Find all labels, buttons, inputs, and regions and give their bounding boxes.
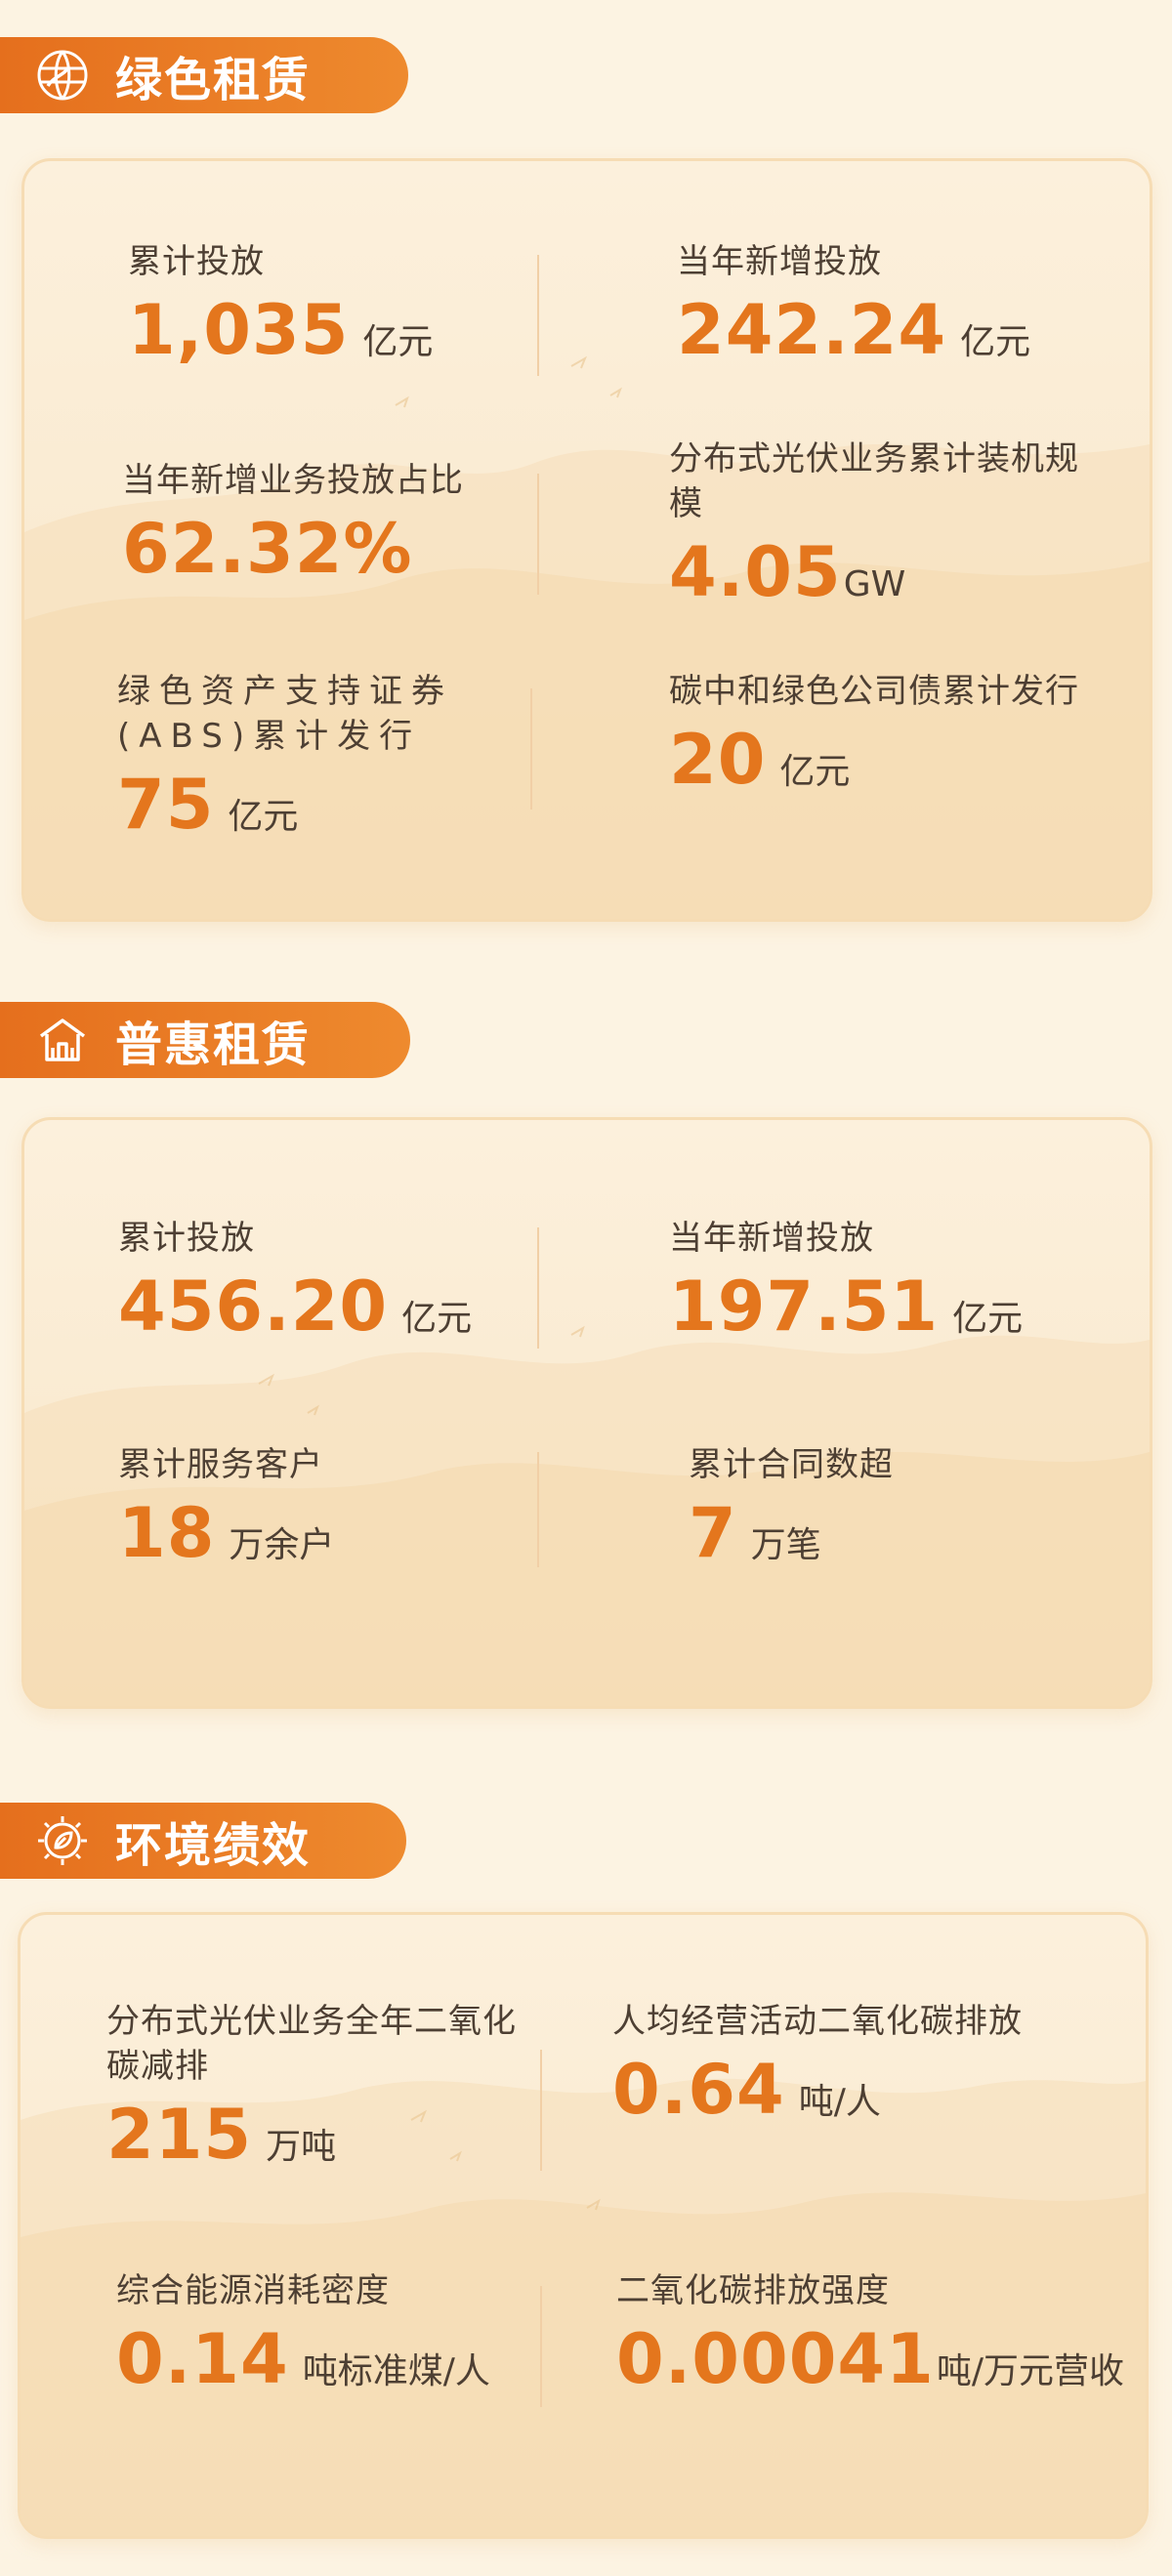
stat-value: 0.64 bbox=[612, 2050, 785, 2130]
stat-per-capita-co2: 人均经营活动二氧化碳排放 0.64 吨/人 bbox=[612, 1999, 1042, 2130]
stat-cumulative-investment: 累计投放 456.20 亿元 bbox=[118, 1216, 528, 1347]
stat-label: 当年新增投放 bbox=[677, 242, 882, 281]
column-divider bbox=[537, 474, 539, 595]
section-header-inclusive-leasing: 普惠租赁 bbox=[0, 1002, 410, 1078]
globe-leaf-icon bbox=[33, 46, 92, 104]
stat-pv-capacity: 分布式光伏业务累计装机规模 4.05GW bbox=[669, 436, 1099, 612]
stat-value: 75 bbox=[117, 765, 215, 845]
column-divider bbox=[537, 1227, 539, 1349]
stat-label: 累计投放 bbox=[118, 1219, 255, 1258]
stat-value: 62.32% bbox=[122, 509, 413, 589]
stat-label: 综合能源消耗密度 bbox=[116, 2271, 390, 2310]
stat-value: 0.14 bbox=[116, 2319, 289, 2399]
stat-value: 242.24 bbox=[677, 290, 947, 370]
stat-energy-intensity: 综合能源消耗密度 0.14 吨标准煤/人 bbox=[116, 2268, 546, 2399]
section-title: 绿色租赁 bbox=[115, 53, 312, 107]
column-divider bbox=[530, 688, 532, 810]
stat-label: 累计服务客户 bbox=[118, 1445, 323, 1484]
stat-green-abs: 绿色资产支持证券(ABS)累计发行 75 亿元 bbox=[117, 669, 518, 845]
stat-unit: 吨/万元营收 bbox=[936, 2351, 1124, 2391]
stat-new-investment: 当年新增投放 197.51 亿元 bbox=[669, 1216, 1099, 1347]
stat-cumulative-investment: 累计投放 1,035 亿元 bbox=[128, 239, 519, 370]
stat-label: 当年新增业务投放占比 bbox=[122, 461, 464, 500]
stat-label: 绿色资产支持证券(ABS)累计发行 bbox=[117, 672, 453, 756]
stat-label: 累计投放 bbox=[128, 242, 265, 281]
gear-leaf-icon bbox=[33, 1811, 92, 1870]
stat-value: 1,035 bbox=[128, 290, 350, 370]
stat-unit: 亿元 bbox=[228, 797, 299, 837]
stat-unit: 亿元 bbox=[362, 322, 434, 362]
stat-value: 7 bbox=[689, 1493, 737, 1573]
column-divider bbox=[537, 255, 539, 376]
stat-unit: 万笔 bbox=[750, 1525, 821, 1565]
stat-pv-co2-reduction: 分布式光伏业务全年二氧化碳减排 215 万吨 bbox=[106, 1999, 536, 2175]
stat-new-investment: 当年新增投放 242.24 亿元 bbox=[677, 239, 1107, 370]
stat-label: 人均经营活动二氧化碳排放 bbox=[612, 2002, 1023, 2041]
green-leasing-card: 累计投放 1,035 亿元 当年新增投放 242.24 亿元 当年新增业务投放占比 … bbox=[21, 158, 1152, 922]
section-header-environmental-performance: 环境绩效 bbox=[0, 1803, 406, 1879]
stat-unit: 万吨 bbox=[266, 2127, 337, 2167]
stat-unit: 亿元 bbox=[401, 1299, 473, 1339]
section-title: 普惠租赁 bbox=[115, 1018, 312, 1072]
stat-value: 18 bbox=[118, 1493, 216, 1573]
stat-value: 456.20 bbox=[118, 1267, 389, 1347]
section-header-green-leasing: 绿色租赁 bbox=[0, 37, 408, 113]
stat-unit: 吨/人 bbox=[798, 2082, 881, 2122]
stat-contracts: 累计合同数超 7 万笔 bbox=[689, 1442, 1099, 1573]
mountain-background bbox=[24, 1325, 1150, 1706]
stat-value: 215 bbox=[106, 2095, 253, 2175]
stat-value: 4.05 bbox=[669, 532, 842, 612]
house-icon bbox=[33, 1011, 92, 1069]
stat-label: 当年新增投放 bbox=[669, 1219, 874, 1258]
stat-co2-intensity: 二氧化碳排放强度 0.00041吨/万元营收 bbox=[616, 2268, 1124, 2399]
stat-customers-served: 累计服务客户 18 万余户 bbox=[118, 1442, 528, 1573]
stat-label: 累计合同数超 bbox=[689, 1445, 894, 1484]
stat-carbon-neutral-bond: 碳中和绿色公司债累计发行 20 亿元 bbox=[669, 669, 1099, 800]
section-title: 环境绩效 bbox=[115, 1818, 312, 1873]
stat-unit: GW bbox=[843, 564, 906, 604]
stat-unit: 吨标准煤/人 bbox=[302, 2351, 490, 2391]
stat-label: 二氧化碳排放强度 bbox=[616, 2271, 890, 2310]
stat-unit: 万余户 bbox=[229, 1525, 335, 1565]
column-divider bbox=[540, 2050, 542, 2171]
stat-value: 0.00041 bbox=[616, 2319, 935, 2399]
stat-unit: 亿元 bbox=[952, 1299, 1024, 1339]
stat-value: 20 bbox=[669, 720, 767, 800]
column-divider bbox=[537, 1452, 539, 1567]
stat-new-business-ratio: 当年新增业务投放占比 62.32% bbox=[122, 458, 532, 589]
stat-label: 碳中和绿色公司债累计发行 bbox=[669, 672, 1079, 711]
stat-label: 分布式光伏业务全年二氧化碳减排 bbox=[106, 2002, 517, 2086]
stat-label: 分布式光伏业务累计装机规模 bbox=[669, 439, 1079, 523]
stat-unit: 亿元 bbox=[779, 752, 851, 792]
inclusive-leasing-card: 累计投放 456.20 亿元 当年新增投放 197.51 亿元 累计服务客户 18 万… bbox=[21, 1117, 1152, 1709]
environmental-performance-card: 分布式光伏业务全年二氧化碳减排 215 万吨 人均经营活动二氧化碳排放 0.64 吨… bbox=[18, 1912, 1149, 2539]
stat-unit: 亿元 bbox=[960, 322, 1031, 362]
stat-value: 197.51 bbox=[669, 1267, 940, 1347]
